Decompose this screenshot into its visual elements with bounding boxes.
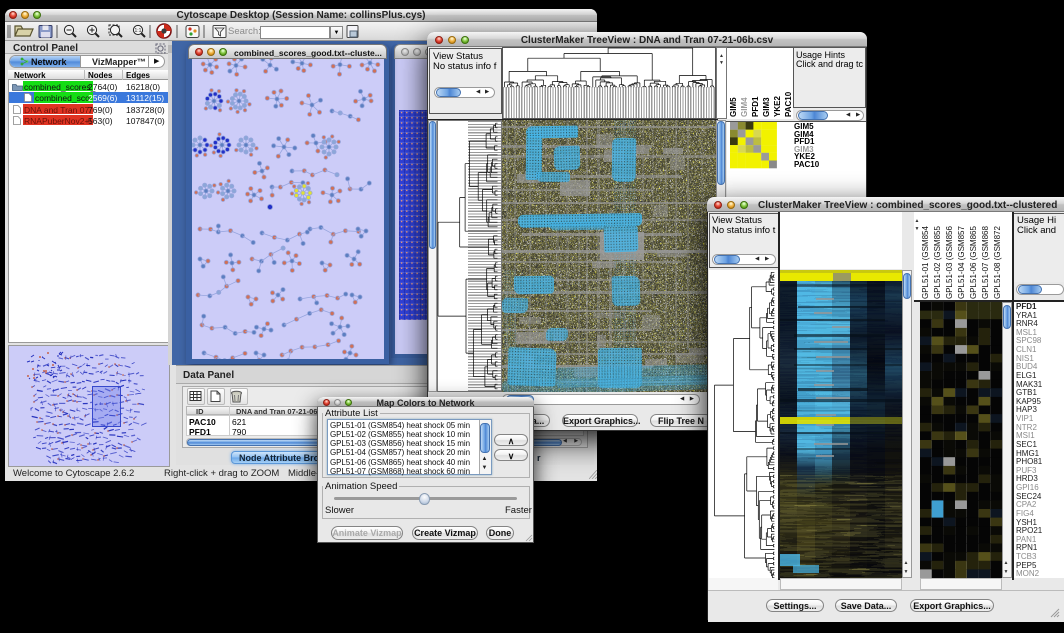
svg-text:1:1: 1:1 xyxy=(135,28,142,34)
